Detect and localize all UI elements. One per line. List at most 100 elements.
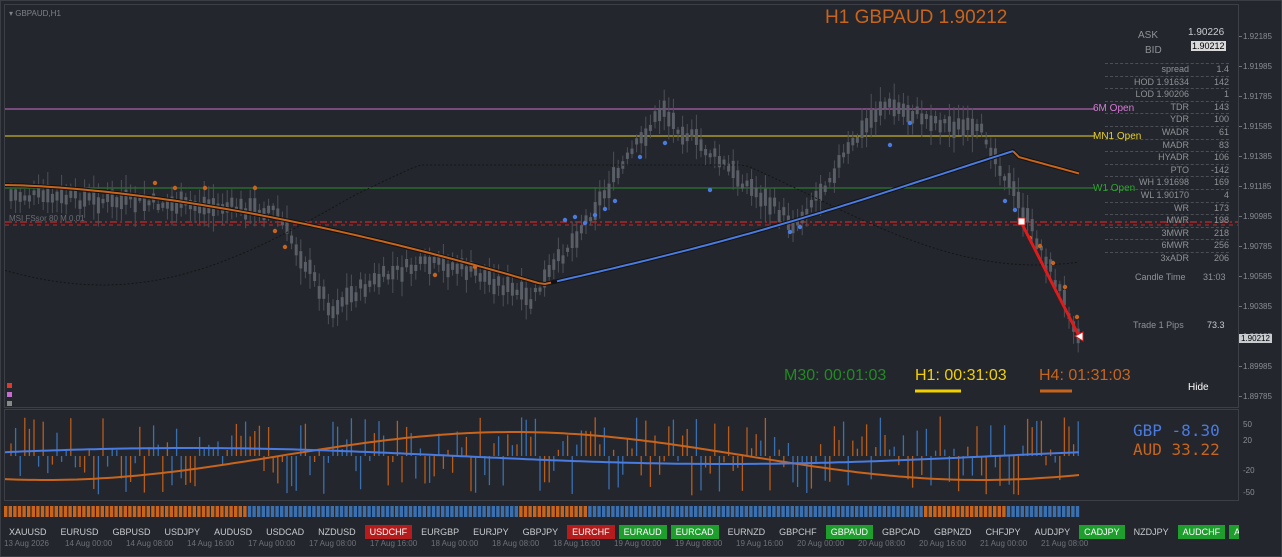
ask-value: 1.90226 — [1188, 27, 1225, 38]
symbol-button-audjpy[interactable]: AUDJPY — [1030, 525, 1076, 539]
trend-cell — [45, 506, 49, 517]
symbol-button-audc[interactable]: AUDC — [1229, 525, 1239, 539]
trend-cell — [933, 506, 937, 517]
candle-body — [1012, 181, 1016, 197]
level-label-w1: W1 Open — [1093, 183, 1136, 194]
candle-body — [230, 197, 234, 207]
trend-cell — [96, 506, 100, 517]
color-swatch-purple[interactable] — [7, 392, 12, 397]
trend-cell — [86, 506, 91, 517]
trend-cell — [730, 506, 735, 517]
trend-cell — [330, 506, 334, 517]
candle-body — [1058, 284, 1062, 292]
symbol-button-gbpusd[interactable]: GBPUSD — [108, 525, 156, 539]
trend-cell — [873, 506, 877, 517]
trend-cell — [698, 506, 702, 517]
hide-button[interactable]: Hide — [1188, 382, 1209, 393]
price-axis-label: 1.92185 — [1243, 32, 1272, 41]
candle-body — [248, 198, 252, 212]
candle-body — [377, 273, 381, 288]
trend-cell — [970, 506, 974, 517]
symbol-button-usdchf[interactable]: USDCHF — [364, 525, 413, 539]
trend-cell — [234, 506, 238, 517]
symbol-button-eurgbp[interactable]: EURGBP — [416, 525, 464, 539]
candle-body — [405, 258, 409, 268]
trend-cell — [307, 506, 311, 517]
stats-key: WL 1.90170 — [1140, 190, 1189, 200]
time-axis-label: 17 Aug 00:00 — [248, 539, 296, 548]
signal-dot-blue — [1012, 207, 1018, 213]
trend-cell — [887, 506, 891, 517]
symbol-button-nzdusd[interactable]: NZDUSD — [313, 525, 361, 539]
stats-value: 143 — [1213, 101, 1229, 112]
symbol-button-gbpcad[interactable]: GBPCAD — [877, 525, 925, 539]
price-chart[interactable]: ▾ GBPAUD,H1 H1 GBPAUD 1.90212 ASK 1.9022… — [4, 4, 1239, 408]
trend-cell — [703, 506, 707, 517]
trend-cell — [229, 506, 233, 517]
trend-cell — [910, 506, 914, 517]
candle-body — [336, 300, 340, 315]
symbol-button-audchf[interactable]: AUDCHF — [1177, 525, 1226, 539]
currency-strength-panel[interactable]: GBP -8.30 AUD 33.22 — [4, 409, 1239, 501]
symbol-button-chfjpy[interactable]: CHFJPY — [981, 525, 1026, 539]
trend-cell — [809, 506, 813, 517]
time-axis-label: 17 Aug 16:00 — [370, 539, 418, 548]
trend-cell — [1016, 506, 1020, 517]
timer-h1: H1: 00:31:03 — [915, 367, 1007, 384]
trend-cell — [8, 506, 12, 517]
candle-body — [901, 103, 905, 117]
trend-cell — [818, 506, 822, 517]
candle-body — [529, 299, 533, 309]
symbol-button-gbpnzd[interactable]: GBPNZD — [929, 525, 977, 539]
candle-body — [27, 195, 31, 202]
trend-cell — [611, 506, 615, 517]
symbol-button-gbpaud[interactable]: GBPAUD — [825, 525, 874, 539]
candle-body — [828, 177, 832, 183]
color-swatch-gray[interactable] — [7, 401, 12, 406]
candle-body — [464, 266, 468, 280]
signal-dot-orange — [1074, 314, 1080, 320]
symbol-button-gbpjpy[interactable]: GBPJPY — [518, 525, 564, 539]
trend-cell — [864, 506, 868, 517]
candle-body — [681, 126, 685, 145]
symbol-button-usdcad[interactable]: USDCAD — [261, 525, 309, 539]
color-swatch-red[interactable] — [7, 383, 12, 388]
symbol-button-usdjpy[interactable]: USDJPY — [160, 525, 206, 539]
candle-body — [897, 102, 901, 114]
trend-cell — [1039, 506, 1043, 517]
trend-cell — [790, 506, 794, 517]
symbol-button-eurcad[interactable]: EURCAD — [670, 525, 719, 539]
symbol-button-eurnzd[interactable]: EURNZD — [723, 525, 771, 539]
trend-cell — [804, 506, 808, 517]
trend-cell — [937, 506, 942, 517]
stats-value: 100 — [1213, 114, 1229, 125]
symbol-button-audusd[interactable]: AUDUSD — [209, 525, 257, 539]
candle-body — [524, 287, 528, 306]
trade-pips-value: 73.3 — [1207, 320, 1225, 330]
trend-cell — [1011, 506, 1015, 517]
symbol-button-eurjpy[interactable]: EURJPY — [468, 525, 514, 539]
candle-body — [41, 190, 45, 203]
candle-body — [322, 286, 326, 299]
candle-body — [313, 272, 317, 282]
symbol-bar: XAUUSD EURUSD GBPUSD USDJPY AUDUSD USDCAD NZDU… — [4, 525, 1239, 539]
signal-dot-blue — [637, 154, 643, 160]
symbol-button-euraud[interactable]: EURAUD — [618, 525, 667, 539]
symbol-button-gbpchf[interactable]: GBPCHF — [774, 525, 822, 539]
stats-value: 1.4 — [1216, 64, 1229, 74]
trend-cell — [206, 506, 210, 517]
time-axis-label: 17 Aug 08:00 — [309, 539, 357, 548]
symbol-button-eurchf[interactable]: EURCHF — [567, 525, 615, 539]
candle-body — [533, 287, 537, 293]
signal-dot-blue — [592, 212, 598, 218]
time-axis-label: 14 Aug 08:00 — [126, 539, 174, 548]
trend-cell — [27, 506, 31, 517]
symbol-button-cadjpy[interactable]: CADJPY — [1079, 525, 1125, 539]
symbol-button-nzdjpy[interactable]: NZDJPY — [1129, 525, 1174, 539]
price-axis-label: 1.91985 — [1243, 62, 1272, 71]
candle-body — [363, 284, 367, 297]
symbol-button-xauusd[interactable]: XAUUSD — [4, 525, 52, 539]
candle-body — [386, 274, 390, 280]
symbol-button-eurusd[interactable]: EURUSD — [56, 525, 104, 539]
trend-cell — [1048, 506, 1052, 517]
